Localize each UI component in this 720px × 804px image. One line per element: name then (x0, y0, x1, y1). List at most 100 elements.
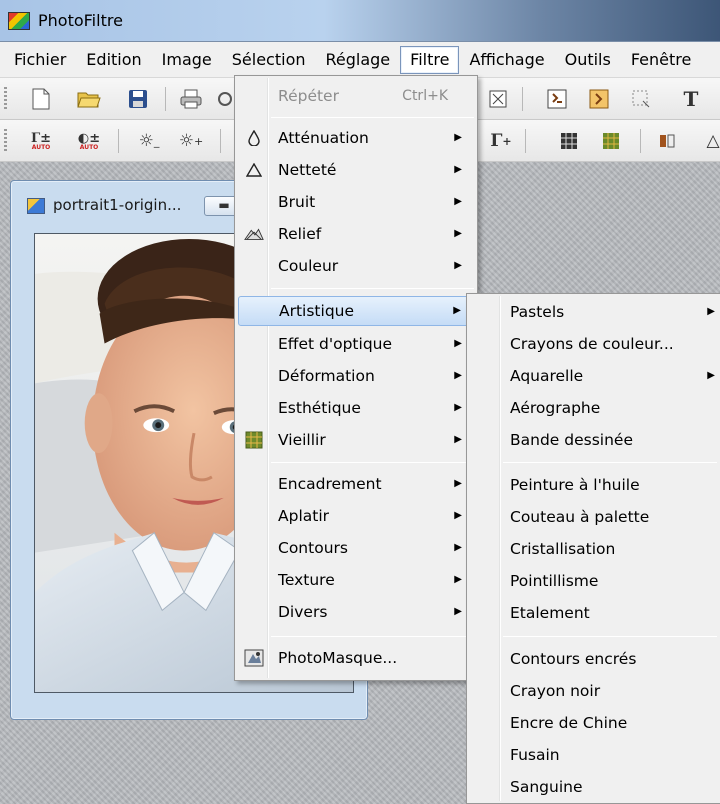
menu-separator (503, 462, 717, 463)
filtre-dropdown-menu: Répéter Ctrl+K Atténuation ▶ Netteté ▶ B… (234, 75, 478, 681)
artistique-submenu: Pastels ▶ Crayons de couleur... Aquarell… (466, 293, 720, 804)
submenu-arrow-icon: ▶ (454, 510, 462, 521)
submenu-arrow-icon: ▶ (707, 370, 715, 381)
toolbar-separator (165, 87, 166, 111)
transform-icon[interactable] (485, 86, 511, 112)
submenu-arrow-icon: ▶ (453, 305, 461, 316)
triangle-icon (244, 160, 264, 180)
auto-levels-icon[interactable]: Γ± AUTO (28, 128, 54, 154)
grid-dark-icon[interactable] (556, 128, 582, 154)
document-title: portrait1-origin... (53, 196, 182, 214)
menu-separator (271, 636, 474, 637)
vieillir-icon (244, 430, 264, 450)
submenu-arrow-icon: ▶ (454, 338, 462, 349)
submenu-arrow-icon: ▶ (454, 370, 462, 381)
submenu-arrow-icon: ▶ (454, 402, 462, 413)
menu-item-couleur[interactable]: Couleur ▶ (238, 252, 474, 282)
photomasque-icon (244, 648, 264, 668)
menu-item-nettete[interactable]: Netteté ▶ (238, 156, 474, 186)
toolbar-separator (640, 129, 641, 153)
submenu-item-couteau-palette[interactable]: Couteau à palette (470, 503, 717, 533)
submenu-arrow-icon: ▶ (454, 542, 462, 553)
menu-item-photomasque[interactable]: PhotoMasque... (238, 644, 474, 674)
toolbar-separator (118, 129, 119, 153)
gamma-plus-icon[interactable]: Γ + (488, 128, 514, 154)
submenu-arrow-icon: ▶ (454, 164, 462, 175)
title-bar: PhotoFiltre (0, 0, 720, 42)
menu-outils[interactable]: Outils (555, 46, 621, 74)
submenu-item-fusain[interactable]: Fusain (470, 741, 717, 771)
menu-image[interactable]: Image (152, 46, 222, 74)
submenu-item-pointillisme[interactable]: Pointillisme (470, 567, 717, 597)
submenu-item-peinture-huile[interactable]: Peinture à l'huile (470, 471, 717, 501)
menu-item-bruit[interactable]: Bruit ▶ (238, 188, 474, 218)
save-disk-icon[interactable] (125, 86, 151, 112)
photofiltre-app-icon[interactable] (8, 12, 30, 30)
menu-item-deformation[interactable]: Déformation ▶ (238, 362, 474, 392)
submenu-arrow-icon: ▶ (454, 260, 462, 271)
triangle-tool-icon[interactable]: △ (700, 128, 720, 154)
menu-fichier[interactable]: Fichier (4, 46, 76, 74)
submenu-arrow-icon: ▶ (454, 132, 462, 143)
print-icon[interactable] (178, 86, 204, 112)
submenu-item-bande-dessinee[interactable]: Bande dessinée (470, 426, 717, 456)
submenu-arrow-icon: ▶ (454, 606, 462, 617)
menu-item-attenuation[interactable]: Atténuation ▶ (238, 124, 474, 154)
menu-item-relief[interactable]: Relief ▶ (238, 220, 474, 250)
filter-orange-icon[interactable] (586, 86, 612, 112)
filter-apply-icon[interactable] (544, 86, 570, 112)
submenu-item-encre-chine[interactable]: Encre de Chine (470, 709, 717, 739)
submenu-arrow-icon: ▶ (454, 478, 462, 489)
toolbar-grip[interactable] (4, 129, 7, 153)
menu-selection[interactable]: Sélection (222, 46, 316, 74)
text-tool-icon[interactable]: T (678, 86, 704, 112)
submenu-arrow-icon: ▶ (454, 434, 462, 445)
app-title: PhotoFiltre (38, 11, 123, 30)
selection-tool-icon[interactable] (628, 86, 654, 112)
menu-item-artistique[interactable]: Artistique ▶ (238, 296, 474, 326)
submenu-item-sanguine[interactable]: Sanguine (470, 773, 717, 803)
menu-filtre[interactable]: Filtre (400, 45, 460, 74)
brightness-minus-icon[interactable]: ☼ _ (136, 128, 162, 154)
new-file-icon[interactable] (28, 86, 54, 112)
menu-item-repeter[interactable]: Répéter Ctrl+K (238, 82, 474, 112)
menu-item-esthetique[interactable]: Esthétique ▶ (238, 394, 474, 424)
toolbar-separator (522, 87, 523, 111)
toolbar-grip[interactable] (4, 87, 7, 111)
menu-item-effet-optique[interactable]: Effet d'optique ▶ (238, 330, 474, 360)
brightness-plus-icon[interactable]: ☼ + (178, 128, 204, 154)
menu-edition[interactable]: Edition (76, 46, 151, 74)
submenu-item-crayon-noir[interactable]: Crayon noir (470, 677, 717, 707)
image-icon (27, 198, 45, 214)
menu-item-vieillir[interactable]: Vieillir ▶ (238, 426, 474, 456)
open-folder-icon[interactable] (76, 86, 102, 112)
menu-item-encadrement[interactable]: Encadrement ▶ (238, 470, 474, 500)
menu-affichage[interactable]: Affichage (459, 46, 554, 74)
submenu-arrow-icon: ▶ (454, 228, 462, 239)
menu-item-contours[interactable]: Contours ▶ (238, 534, 474, 564)
menu-reglage[interactable]: Réglage (316, 46, 401, 74)
submenu-item-aerographe[interactable]: Aérographe (470, 394, 717, 424)
submenu-item-cristallisation[interactable]: Cristallisation (470, 535, 717, 565)
menu-bar: Fichier Edition Image Sélection Réglage … (0, 42, 720, 78)
submenu-item-aquarelle[interactable]: Aquarelle ▶ (470, 362, 717, 392)
submenu-item-crayons-couleur[interactable]: Crayons de couleur... (470, 330, 717, 360)
menu-fenetre[interactable]: Fenêtre (621, 46, 702, 74)
menu-separator (271, 288, 474, 289)
auto-contrast-icon[interactable]: ◐± AUTO (76, 128, 102, 154)
toolbar-separator (220, 129, 221, 153)
menu-item-aplatir[interactable]: Aplatir ▶ (238, 502, 474, 532)
drop-icon (244, 128, 264, 148)
submenu-item-pastels[interactable]: Pastels ▶ (470, 298, 717, 328)
submenu-item-contours-encres[interactable]: Contours encrés (470, 645, 717, 675)
menu-item-texture[interactable]: Texture ▶ (238, 566, 474, 596)
menu-separator (271, 117, 474, 118)
menu-separator (271, 462, 474, 463)
submenu-arrow-icon: ▶ (454, 574, 462, 585)
mirror-icon[interactable] (654, 128, 680, 154)
menu-item-divers[interactable]: Divers ▶ (238, 598, 474, 628)
submenu-item-etalement[interactable]: Etalement (470, 599, 717, 629)
grid-color-icon[interactable] (598, 128, 624, 154)
relief-icon (244, 224, 264, 244)
menu-separator (503, 636, 717, 637)
